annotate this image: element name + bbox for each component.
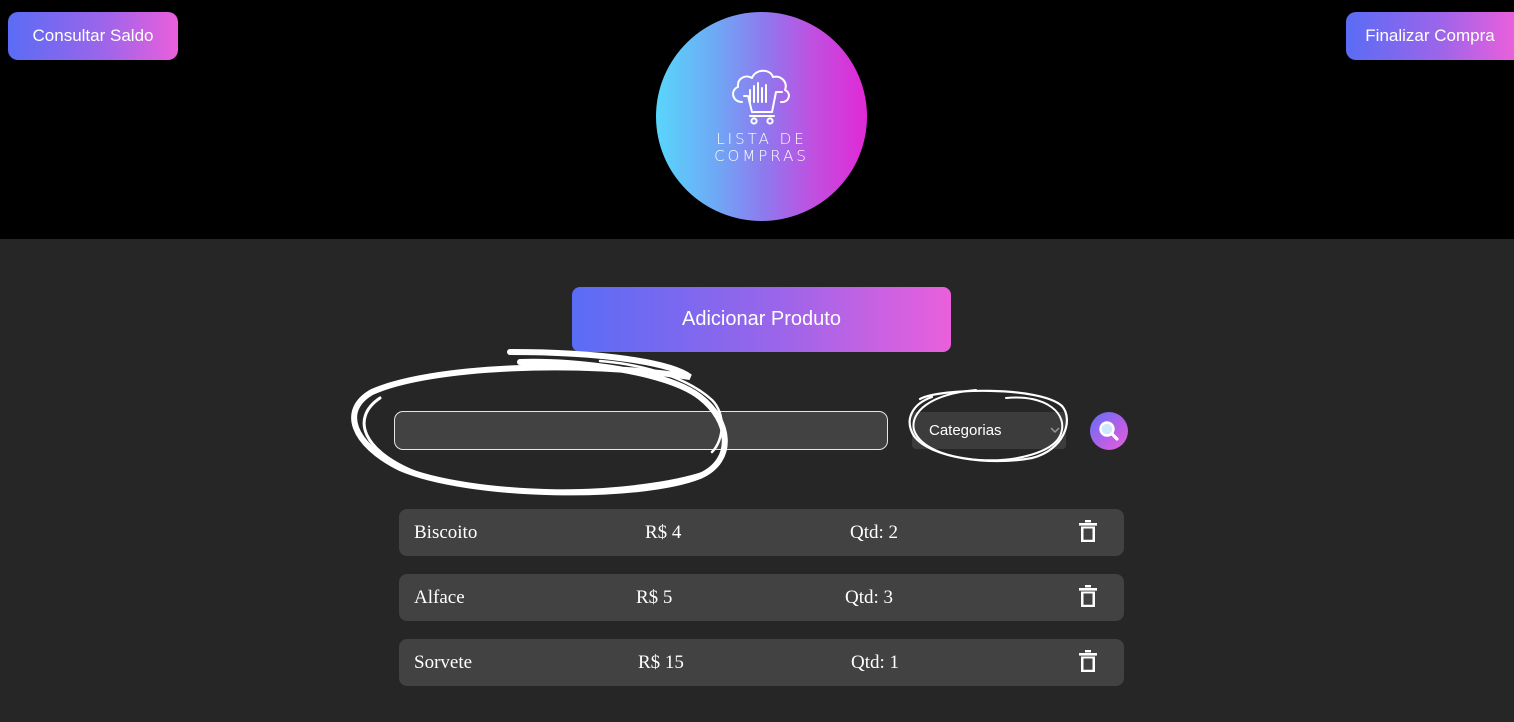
category-select[interactable]: Categorias — [912, 412, 1066, 449]
adicionar-produto-button[interactable]: Adicionar Produto — [572, 287, 951, 352]
chevron-down-icon — [1050, 427, 1060, 433]
search-input[interactable] — [394, 411, 888, 450]
logo-text-line2: COMPRAS — [714, 147, 809, 165]
product-qty: Qtd: 2 — [850, 522, 899, 543]
product-qty: Qtd: 3 — [845, 587, 894, 608]
header-bar: Consultar Saldo LISTA DE COMPRAS Finaliz… — [0, 0, 1514, 239]
trash-icon[interactable] — [1079, 585, 1097, 607]
consultar-saldo-button[interactable]: Consultar Saldo — [8, 12, 178, 60]
product-price: R$ 15 — [638, 652, 684, 673]
cloud-cart-icon — [732, 69, 790, 125]
logo-text-line1: LISTA DE — [716, 130, 807, 148]
product-name: Biscoito — [414, 522, 478, 543]
product-price: R$ 5 — [636, 587, 673, 608]
product-price: R$ 4 — [645, 522, 682, 543]
magnifier-icon — [1099, 421, 1119, 441]
logo: LISTA DE COMPRAS — [656, 12, 867, 221]
finalizar-compra-button[interactable]: Finalizar Compra — [1346, 12, 1514, 60]
list-item: Biscoito R$ 4 Qtd: 2 — [399, 509, 1124, 556]
search-button[interactable] — [1090, 412, 1128, 450]
product-name: Sorvete — [414, 652, 473, 673]
list-item: Alface R$ 5 Qtd: 3 — [399, 574, 1124, 621]
list-item: Sorvete R$ 15 Qtd: 1 — [399, 639, 1124, 686]
trash-icon[interactable] — [1079, 520, 1097, 542]
category-select-value: Categorias — [929, 422, 1002, 439]
product-qty: Qtd: 1 — [851, 652, 900, 673]
product-name: Alface — [414, 587, 465, 608]
trash-icon[interactable] — [1079, 650, 1097, 672]
